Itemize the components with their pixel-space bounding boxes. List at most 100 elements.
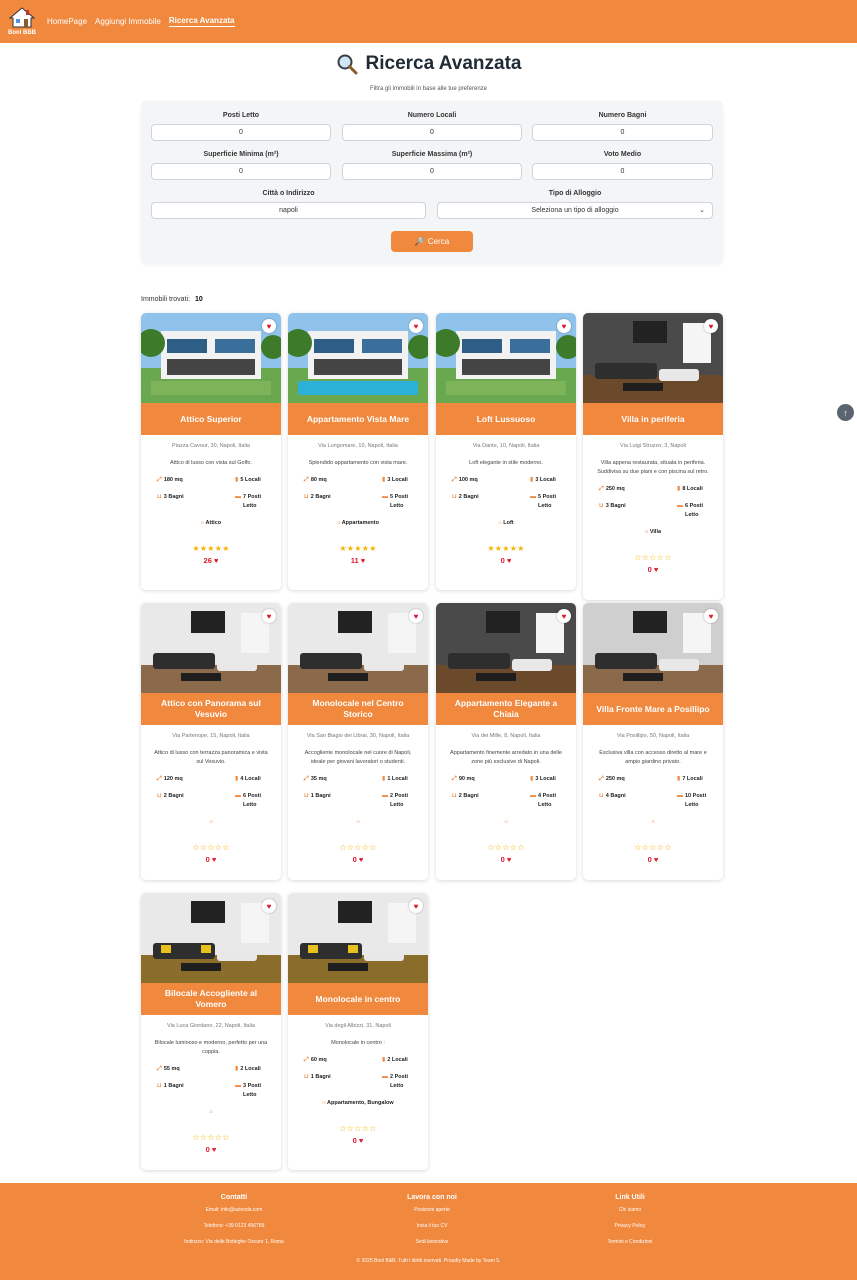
property-description: Bilocale luminoso e moderno, perfetto pe… — [154, 1040, 268, 1055]
page-subtitle: Filtra gli immobili in base alle tue pre… — [369, 86, 488, 92]
likes-count[interactable]: 0 ♥ — [591, 565, 715, 574]
property-photo[interactable]: ♥ — [141, 313, 281, 403]
bathtub-icon: ⊔ — [452, 793, 457, 800]
feature-beds: ▬ 10 Posti Letto — [677, 793, 707, 808]
property-card[interactable]: ♥ Attico con Panorama sul Vesuvio Via Pa… — [141, 603, 281, 880]
footer-link-chi-siamo[interactable]: Chi siamo — [530, 1207, 730, 1213]
likes-count[interactable]: 0 ♥ — [149, 1145, 273, 1154]
feature-surface: ⤢ 100 mq — [452, 476, 510, 486]
heart-icon: ♥ — [211, 854, 217, 864]
feature-bathrooms: ⊔ 4 Bagni — [599, 792, 657, 810]
property-photo[interactable]: ♥ — [583, 603, 723, 693]
property-card[interactable]: ♥ Appartamento Elegante a Chiaia Via dei… — [436, 603, 576, 880]
footer-link-privacy[interactable]: Privacy Policy — [530, 1223, 730, 1229]
property-title[interactable]: Villa in periferia — [583, 403, 723, 435]
property-photo[interactable]: ♥ — [436, 313, 576, 403]
feature-surface: ⤢ 90 mq — [452, 775, 510, 785]
feature-bathrooms: ⊔ 3 Bagni — [157, 493, 215, 511]
likes-count[interactable]: 11 ♥ — [296, 556, 420, 565]
favorite-heart-icon[interactable]: ♥ — [262, 609, 276, 623]
heart-icon: ♥ — [358, 1135, 364, 1145]
property-photo[interactable]: ♥ — [141, 893, 281, 983]
footer-address: Indirizzo: Via delle Botteghe Oscure 1, … — [184, 1239, 284, 1245]
favorite-heart-icon[interactable]: ♥ — [704, 609, 718, 623]
voto-medio-input[interactable]: 0 — [532, 163, 713, 180]
property-photo[interactable]: ♥ — [288, 893, 428, 983]
favorite-heart-icon[interactable]: ♥ — [704, 319, 718, 333]
property-title[interactable]: Monolocale nel Centro Storico — [288, 693, 428, 725]
ruler-icon: ⤢ — [452, 476, 457, 483]
numero-bagni-input[interactable]: 0 — [532, 124, 713, 141]
property-title[interactable]: Appartamento Vista Mare — [288, 403, 428, 435]
search-button[interactable]: 🔎 Cerca — [391, 231, 473, 252]
footer-link-cv[interactable]: Invia il tuo CV — [332, 1223, 532, 1229]
property-card[interactable]: ♥ Appartamento Vista Mare Via Lungomare,… — [288, 313, 428, 590]
property-card[interactable]: ♥ Villa in periferia Via Luigi Struzzo, … — [583, 313, 723, 600]
property-photo[interactable]: ♥ — [436, 603, 576, 693]
property-photo[interactable]: ♥ — [583, 313, 723, 403]
property-card[interactable]: ♥ Loft Lussuoso Via Dante, 10, Napoli, I… — [436, 313, 576, 590]
property-title[interactable]: Attico con Panorama sul Vesuvio — [141, 693, 281, 725]
likes-count[interactable]: 0 ♥ — [296, 855, 420, 864]
feature-rooms: ▮ 3 Locali — [510, 775, 568, 785]
property-photo[interactable]: ♥ — [141, 603, 281, 693]
favorite-heart-icon[interactable]: ♥ — [557, 319, 571, 333]
likes-count[interactable]: 26 ♥ — [149, 556, 273, 565]
property-card[interactable]: ♥ Attico Superior Piazza Cavour, 30, Nap… — [141, 313, 281, 590]
property-title[interactable]: Attico Superior — [141, 403, 281, 435]
property-title[interactable]: Monolocale in centro — [288, 983, 428, 1015]
chevron-down-icon: ⌄ — [699, 207, 705, 214]
property-type: ⌂ — [149, 1109, 273, 1117]
feature-bathrooms: ⊔ 2 Bagni — [452, 792, 510, 810]
likes-count[interactable]: 0 ♥ — [296, 1136, 420, 1145]
property-description: Splendido appartamento con vista mare. — [308, 460, 408, 466]
property-description: Attico di lusso con vista sul Golfo. — [170, 460, 252, 466]
property-type: ⌂ — [444, 819, 568, 827]
favorite-heart-icon[interactable]: ♥ — [262, 319, 276, 333]
property-title[interactable]: Appartamento Elegante a Chiaia — [436, 693, 576, 725]
property-description: Loft elegante in stile moderno. — [469, 460, 543, 466]
heart-icon: ♥ — [213, 555, 219, 565]
property-photo[interactable]: ♥ — [288, 313, 428, 403]
heart-icon: ♥ — [506, 555, 512, 565]
property-card[interactable]: ♥ Bilocale Accogliente al Vomero Via Luc… — [141, 893, 281, 1170]
property-title[interactable]: Loft Lussuoso — [436, 403, 576, 435]
bathtub-icon: ⊔ — [157, 494, 162, 501]
likes-count[interactable]: 0 ♥ — [444, 556, 568, 565]
feature-rooms: ▮ 2 Locali — [362, 1056, 420, 1066]
brand-logo[interactable]: Bool BBB — [6, 4, 38, 40]
favorite-heart-icon[interactable]: ♥ — [262, 899, 276, 913]
voto-medio-field: Voto Medio 0 — [532, 151, 713, 180]
nav-link-ricerca-avanzata[interactable]: Ricerca Avanzata — [168, 16, 235, 27]
property-photo[interactable]: ♥ — [288, 603, 428, 693]
citta-input[interactable]: napoli — [151, 202, 426, 219]
tipo-alloggio-select[interactable]: Seleziona un tipo di alloggio ⌄ — [437, 202, 713, 219]
footer-link-posizioni[interactable]: Posizioni aperte — [332, 1207, 532, 1213]
property-features: ⤢ 120 mq ▮ 4 Locali ⊔ 2 Bagni ▬ 6 Posti Lett… — [149, 775, 273, 810]
nav-link-aggiungi-immobile[interactable]: Aggiungi Immobile — [95, 17, 161, 27]
heart-icon: ♥ — [211, 1144, 217, 1154]
property-card[interactable]: ♥ Monolocale nel Centro Storico Via San … — [288, 603, 428, 880]
likes-count[interactable]: 0 ♥ — [444, 855, 568, 864]
footer-link-sedi[interactable]: Sedi lavorative — [332, 1239, 532, 1245]
favorite-heart-icon[interactable]: ♥ — [409, 609, 423, 623]
back-to-top-button[interactable]: ↑ — [837, 404, 854, 421]
property-title[interactable]: Bilocale Accogliente al Vomero — [141, 983, 281, 1015]
numero-locali-input[interactable]: 0 — [342, 124, 522, 141]
ruler-icon: ⤢ — [157, 1065, 162, 1072]
favorite-heart-icon[interactable]: ♥ — [409, 319, 423, 333]
superficie-min-input[interactable]: 0 — [151, 163, 331, 180]
likes-count[interactable]: 0 ♥ — [149, 855, 273, 864]
feature-rooms: ▮ 1 Locali — [362, 775, 420, 785]
footer-link-termini[interactable]: Termini e Condizioni — [530, 1239, 730, 1245]
favorite-heart-icon[interactable]: ♥ — [409, 899, 423, 913]
property-card[interactable]: ♥ Monolocale in centro Via degli Albizzi… — [288, 893, 428, 1170]
property-title[interactable]: Villa Fronte Mare a Posillipo — [583, 693, 723, 725]
nav-link-homepage[interactable]: HomePage — [47, 17, 87, 27]
likes-count[interactable]: 0 ♥ — [591, 855, 715, 864]
superficie-max-input[interactable]: 0 — [342, 163, 522, 180]
favorite-heart-icon[interactable]: ♥ — [557, 609, 571, 623]
bed-icon: ▬ — [382, 793, 388, 800]
posti-letto-input[interactable]: 0 — [151, 124, 331, 141]
property-card[interactable]: ♥ Villa Fronte Mare a Posillipo Via Posi… — [583, 603, 723, 880]
